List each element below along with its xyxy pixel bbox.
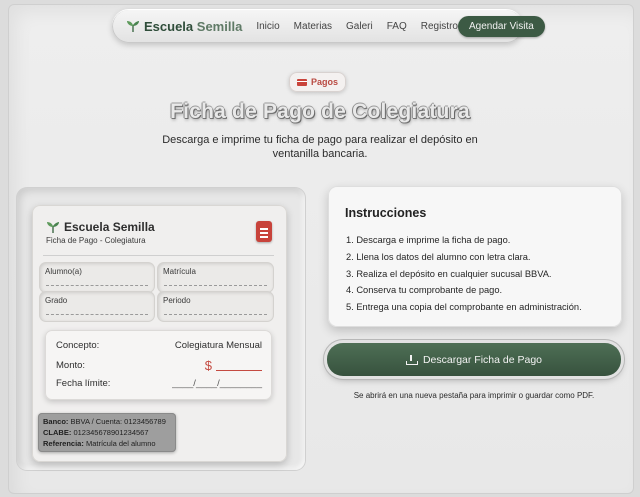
slip-brand-name: Escuela Semilla [64, 220, 155, 234]
enrollment-label: Matrícula [163, 267, 196, 276]
amount-label: Monto: [56, 360, 86, 371]
slip-divider [43, 255, 274, 256]
download-slip-button[interactable]: Descargar Ficha de Pago [327, 343, 621, 376]
enrollment-field: Matrícula [158, 263, 273, 292]
badge-label: Pagos [311, 77, 339, 87]
nav-link-galeria[interactable]: Galeri [346, 21, 373, 32]
nav-link-faq[interactable]: FAQ [387, 21, 407, 32]
download-icon [405, 354, 418, 365]
nav-link-registro[interactable]: Registro [421, 21, 458, 32]
instruction-step: 5. Entrega una copia del comprobante en … [346, 302, 582, 313]
payments-badge: Pagos [289, 72, 347, 92]
bank-info: Banco: BBVA / Cuenta: 0123456789 CLABE: … [38, 413, 176, 452]
concept-label: Concepto: [56, 340, 100, 351]
credit-card-icon [297, 78, 307, 86]
student-name-field: Alumno(a) [40, 263, 154, 292]
slip-brand: Escuela Semilla [46, 220, 155, 234]
slip-subtitle: Ficha de Pago - Colegiatura [46, 236, 146, 245]
clabe-value: 012345678901234567 [73, 428, 149, 437]
bank-value: BBVA / Cuenta: 0123456789 [70, 417, 166, 426]
pdf-document-icon[interactable] [256, 221, 272, 242]
page-subtitle: Descarga e imprime tu ficha de pago para… [162, 134, 478, 160]
brand-name: Escuela Semilla [144, 18, 243, 34]
instruction-step: 2. Llena los datos del alumno con letra … [346, 251, 531, 262]
instructions-list: 1. Descarga e imprime la ficha de pago. … [346, 232, 582, 316]
period-label: Periodo [163, 296, 191, 305]
grade-label: Grado [45, 296, 68, 305]
page-title: Ficha de Pago de Colegiatura [170, 100, 470, 123]
sprout-icon [47, 222, 59, 233]
student-name-label: Alumno(a) [45, 267, 82, 276]
nav-links: Inicio Materias Galeri FAQ Registro [256, 21, 458, 32]
bank-label: Banco: [43, 417, 69, 426]
grade-field: Grado [40, 292, 154, 321]
download-note: Se abrirá en una nueva pestaña para impr… [353, 391, 595, 400]
schedule-visit-button[interactable]: Agendar Visita [457, 15, 545, 37]
reference-label: Referencia: [43, 439, 84, 448]
instruction-step: 3. Realiza el depósito en cualquier sucu… [346, 268, 552, 279]
due-date-value: ____/____/________ [172, 378, 262, 389]
sprout-icon [127, 21, 139, 32]
instruction-step: 1. Descarga e imprime la ficha de pago. [346, 235, 511, 245]
amount-field: $ [205, 358, 262, 373]
due-date-label: Fecha límite: [56, 378, 111, 389]
concept-value: Colegiatura Mensual [174, 340, 262, 351]
currency-symbol: $ [204, 358, 212, 373]
payment-details: Concepto: Colegiatura Mensual Monto: $ F… [45, 330, 272, 400]
brand-logo[interactable]: Escuela Semilla [126, 19, 242, 34]
reference-value: Matrícula del alumno [85, 439, 156, 448]
top-navbar: Escuela Semilla Inicio Materias Galeri F… [112, 9, 545, 43]
nav-link-materias[interactable]: Materias [294, 21, 332, 32]
clabe-label: CLABE: [43, 428, 72, 437]
instruction-step: 4. Conserva tu comprobante de pago. [346, 285, 503, 296]
instructions-title: Instrucciones [345, 206, 427, 220]
download-label: Descargar Ficha de Pago [422, 353, 543, 366]
period-field: Periodo [158, 292, 273, 321]
nav-link-inicio[interactable]: Inicio [256, 21, 279, 32]
